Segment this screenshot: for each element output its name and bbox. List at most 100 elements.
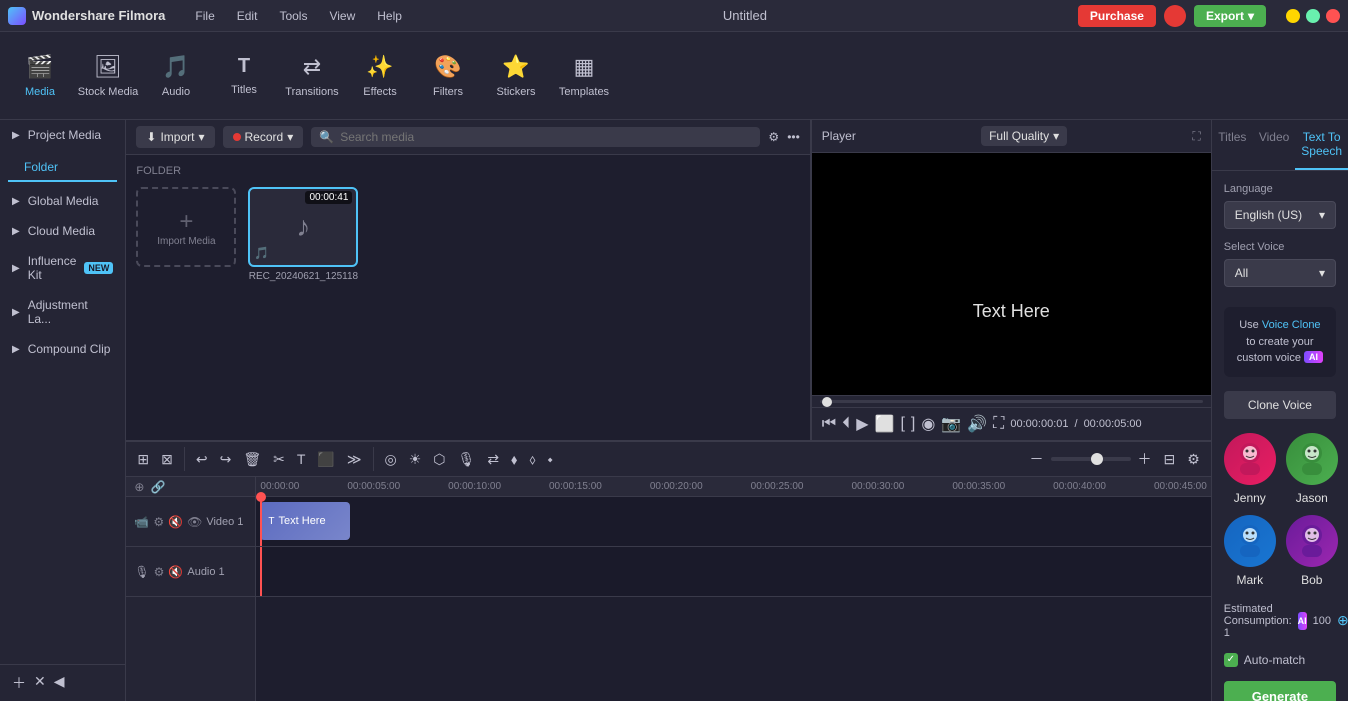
sidebar-item-global-media[interactable]: ▶ Global Media [0, 186, 125, 216]
add-folder-button[interactable]: ＋ [12, 673, 26, 693]
progress-bar[interactable] [820, 400, 1203, 403]
sidebar-item-adjustment[interactable]: ▶ Adjustment La... [0, 290, 125, 334]
mark-in-button[interactable]: [ [900, 415, 904, 433]
minimize-button[interactable] [1286, 9, 1300, 23]
toolbar-titles[interactable]: T Titles [212, 38, 276, 114]
video-track-area[interactable]: T Text Here [256, 497, 1210, 547]
audio-track-area[interactable] [256, 547, 1210, 597]
more-tools-button[interactable]: ≫ [344, 448, 365, 471]
import-media-button[interactable]: + Import Media [136, 187, 236, 267]
maximize-button[interactable] [1306, 9, 1320, 23]
toolbar-audio[interactable]: 🎵 Audio [144, 38, 208, 114]
quality-selector[interactable]: Full Quality ▾ [981, 126, 1067, 146]
toolbar-stock-media[interactable]: 🖼 Stock Media [76, 38, 140, 114]
zoom-in-button[interactable]: ＋ [1135, 446, 1155, 472]
layout-button[interactable]: ⊟ [1161, 448, 1179, 471]
text-button[interactable]: T [294, 448, 309, 470]
sidebar-item-cloud-media[interactable]: ▶ Cloud Media [0, 216, 125, 246]
snap-icon[interactable]: ⊕ [134, 480, 144, 494]
close-button[interactable] [1326, 9, 1340, 23]
voice-card-jenny[interactable]: Jenny [1224, 433, 1276, 505]
sidebar-item-influence-kit[interactable]: ▶ Influence Kit NEW [0, 246, 125, 290]
redo-button[interactable]: ↪ [217, 448, 235, 471]
tab-titles[interactable]: Titles [1212, 120, 1253, 170]
cut-button[interactable]: ✂ [270, 448, 288, 471]
voice-card-jason[interactable]: Jason [1286, 433, 1338, 505]
video-clip[interactable]: T Text Here [260, 502, 350, 540]
toolbar-filters[interactable]: 🎨 Filters [416, 38, 480, 114]
clone-voice-button[interactable]: Clone Voice [1224, 391, 1336, 419]
sidebar-item-compound-clip[interactable]: ▶ Compound Clip [0, 334, 125, 364]
filter-icon[interactable]: ⚙ [768, 130, 779, 144]
stabilize-button[interactable]: ⬩ [545, 448, 556, 471]
playhead[interactable] [260, 497, 262, 546]
toolbar-media[interactable]: 🎬 Media [8, 38, 72, 114]
crop-timeline-button[interactable]: ⬛ [314, 448, 337, 471]
media-file-item[interactable]: ♪ 00:00:41 🎵 REC_20240621_125118 [248, 187, 358, 282]
generate-button[interactable]: Generate [1224, 681, 1336, 701]
volume-button[interactable]: 🔊 [967, 414, 987, 434]
voice-selector[interactable]: All ▾ [1224, 259, 1336, 287]
zoom-out-button[interactable]: － [1027, 446, 1047, 472]
audio-settings-icon[interactable]: ⚙ [154, 565, 165, 579]
audio-meter-button[interactable]: ◎ [382, 448, 400, 471]
toolbar-transitions[interactable]: ⇄ Transitions [280, 38, 344, 114]
screenshot-button[interactable]: 📷 [941, 414, 961, 434]
expand-icon[interactable]: ⛶ [1192, 129, 1200, 144]
mark-out-button[interactable]: ] [911, 415, 915, 433]
step-back-button[interactable]: ⏴ [842, 415, 850, 433]
language-selector[interactable]: English (US) ▾ [1224, 201, 1336, 229]
menu-view[interactable]: View [319, 5, 365, 27]
toolbar-templates[interactable]: ▦ Templates [552, 38, 616, 114]
more-options-icon[interactable]: ••• [787, 130, 800, 144]
video-lock-icon[interactable]: 👁 [187, 515, 202, 529]
add-credits-icon[interactable]: ⊕ [1337, 612, 1348, 629]
menu-help[interactable]: Help [367, 5, 412, 27]
settings-button[interactable]: ⚙ [1184, 448, 1203, 471]
tab-video[interactable]: Video [1253, 120, 1295, 170]
crop-button[interactable]: ⬜ [875, 414, 895, 434]
zoom-slider[interactable] [1051, 457, 1131, 461]
voice-card-mark[interactable]: Mark [1224, 515, 1276, 587]
add-to-timeline-button[interactable]: ◉ [921, 414, 935, 434]
sidebar-item-folder[interactable]: Folder [8, 154, 117, 182]
ai-tools-button[interactable]: ⬧ [508, 448, 520, 471]
toolbar-effects[interactable]: ✨ Effects [348, 38, 412, 114]
export-button[interactable]: Export ▾ [1194, 5, 1266, 27]
sidebar-item-project-media[interactable]: ▶ Project Media [0, 120, 125, 150]
import-button[interactable]: ⬇ Import ▾ [136, 126, 214, 148]
menu-file[interactable]: File [185, 5, 224, 27]
skip-back-button[interactable]: ⏮ [822, 415, 836, 433]
link-icon[interactable]: 🔗 [150, 480, 165, 494]
speed-button[interactable]: ⇄ [484, 448, 502, 471]
collapse-panel-button[interactable]: ◀ [54, 673, 65, 693]
auto-match-checkbox[interactable]: ✓ [1224, 653, 1238, 667]
delete-button[interactable]: 🗑 [240, 448, 264, 471]
fullscreen-button[interactable]: ⛶ [993, 415, 1004, 433]
tab-text-to-speech[interactable]: Text To Speech [1295, 120, 1348, 170]
search-media-box[interactable]: 🔍 [311, 127, 760, 147]
toolbar-stickers[interactable]: ⭐ Stickers [484, 38, 548, 114]
undo-button[interactable]: ↩ [193, 448, 211, 471]
timeline-tracks-area[interactable]: 00:00:00 00:00:05:00 00:00:10:00 00:00:1… [256, 477, 1210, 701]
magnet-button[interactable]: ⊠ [158, 448, 176, 471]
silence-detect-button[interactable]: ⬡ [430, 448, 448, 471]
record-voice-button[interactable]: 🎙 [455, 448, 479, 471]
voice-clone-link[interactable]: Voice Clone [1262, 319, 1321, 331]
user-avatar[interactable] [1164, 5, 1186, 27]
record-button[interactable]: Record ▾ [223, 126, 304, 148]
voice-card-bob[interactable]: Bob [1286, 515, 1338, 587]
menu-edit[interactable]: Edit [227, 5, 268, 27]
play-button[interactable]: ▶ [856, 414, 868, 434]
purchase-button[interactable]: Purchase [1078, 5, 1156, 27]
menu-tools[interactable]: Tools [269, 5, 317, 27]
search-media-input[interactable] [340, 130, 752, 144]
add-track-button[interactable]: ⊞ [134, 448, 152, 471]
remove-folder-button[interactable]: ✕ [34, 673, 46, 693]
color-grade-button[interactable]: ☀ [406, 448, 425, 471]
video-settings-icon[interactable]: ⚙ [153, 515, 164, 529]
middle-section: ⬇ Import ▾ Record ▾ 🔍 ⚙ ••• [126, 120, 1210, 701]
ai-audio-button[interactable]: ⬨ [526, 448, 538, 471]
video-mute-icon[interactable]: 🔇 [168, 515, 183, 529]
audio-mute-icon[interactable]: 🔇 [168, 565, 183, 579]
